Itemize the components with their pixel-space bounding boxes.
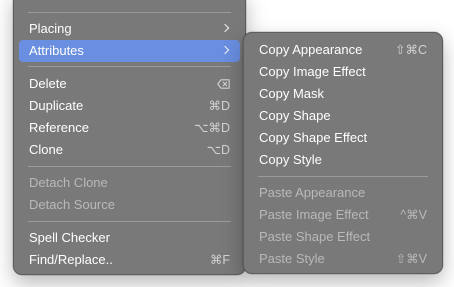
menu-item-paste-shape-effect: Paste Shape Effect [249, 226, 437, 248]
menu-separator [28, 221, 231, 222]
menu-item-label: Copy Shape [259, 108, 331, 123]
menu-item-placing[interactable]: Placing [19, 18, 240, 40]
menu-item-label: Attributes [29, 43, 84, 58]
context-menu: Placing Attributes Delete Duplicate ⌘D R… [13, 0, 246, 275]
menu-item-label: Paste Style [259, 251, 325, 266]
menu-item-shortcut: ⌥D [206, 143, 230, 157]
menu-item-spell-checker[interactable]: Spell Checker [19, 227, 240, 249]
menu-item-shortcut: ⌘D [208, 99, 230, 113]
menu-item-label: Detach Source [29, 197, 115, 212]
menu-item-delete[interactable]: Delete [19, 73, 240, 95]
menu-item-copy-appearance[interactable]: Copy Appearance ⇧⌘C [249, 39, 437, 61]
menu-item-paste-image-effect: Paste Image Effect ^⌘V [249, 204, 437, 226]
menu-item-shortcut: ^⌘V [400, 208, 427, 222]
menu-item-label: Copy Image Effect [259, 64, 366, 79]
menu-item-detach-clone: Detach Clone [19, 172, 240, 194]
menu-item-label: Spell Checker [29, 230, 110, 245]
menu-separator [28, 166, 231, 167]
menu-item-label: Delete [29, 76, 67, 91]
menu-item-copy-shape-effect[interactable]: Copy Shape Effect [249, 127, 437, 149]
chevron-right-icon [220, 45, 230, 55]
menu-item-copy-image-effect[interactable]: Copy Image Effect [249, 61, 437, 83]
menu-separator [28, 12, 231, 13]
menu-item-label: Duplicate [29, 98, 84, 113]
menu-item-label: Copy Appearance [259, 42, 363, 57]
menu-item-detach-source: Detach Source [19, 194, 240, 216]
menu-item-find-replace[interactable]: Find/Replace.. ⌘F [19, 249, 240, 271]
menu-separator [28, 66, 231, 67]
menu-item-copy-shape[interactable]: Copy Shape [249, 105, 437, 127]
menu-item-label: Copy Mask [259, 86, 325, 101]
menu-item-label: Paste Image Effect [259, 207, 369, 222]
menu-item-shortcut: ⇧⌘C [394, 43, 427, 57]
menu-item-paste-style: Paste Style ⇧⌘V [249, 248, 437, 270]
menu-item-duplicate[interactable]: Duplicate ⌘D [19, 95, 240, 117]
menu-item-label: Detach Clone [29, 175, 108, 190]
menu-item-copy-style[interactable]: Copy Style [249, 149, 437, 171]
menu-item-label: Copy Shape Effect [259, 130, 368, 145]
menu-item-attributes[interactable]: Attributes [19, 40, 240, 62]
menu-item-label: Placing [29, 21, 72, 36]
menu-item-label: Reference [29, 120, 89, 135]
menu-item-copy-mask[interactable]: Copy Mask [249, 83, 437, 105]
menu-item-label: Paste Shape Effect [259, 229, 371, 244]
menu-item-label: Find/Replace.. [29, 252, 113, 267]
menu-item-clone[interactable]: Clone ⌥D [19, 139, 240, 161]
menu-item-label: Clone [29, 142, 63, 157]
attributes-submenu: Copy Appearance ⇧⌘C Copy Image Effect Co… [243, 32, 443, 274]
delete-backward-icon [217, 79, 230, 89]
menu-separator [258, 176, 428, 177]
menu-item-label: Paste Appearance [259, 185, 366, 200]
chevron-right-icon [220, 23, 230, 33]
menu-item-reference[interactable]: Reference ⌥⌘D [19, 117, 240, 139]
menu-item-label: Copy Style [259, 152, 322, 167]
menu-item-shortcut: ⇧⌘V [395, 252, 427, 266]
menu-item-shortcut: ⌘F [209, 253, 230, 267]
menu-item-paste-appearance: Paste Appearance [249, 182, 437, 204]
menu-item-shortcut: ⌥⌘D [194, 121, 230, 135]
